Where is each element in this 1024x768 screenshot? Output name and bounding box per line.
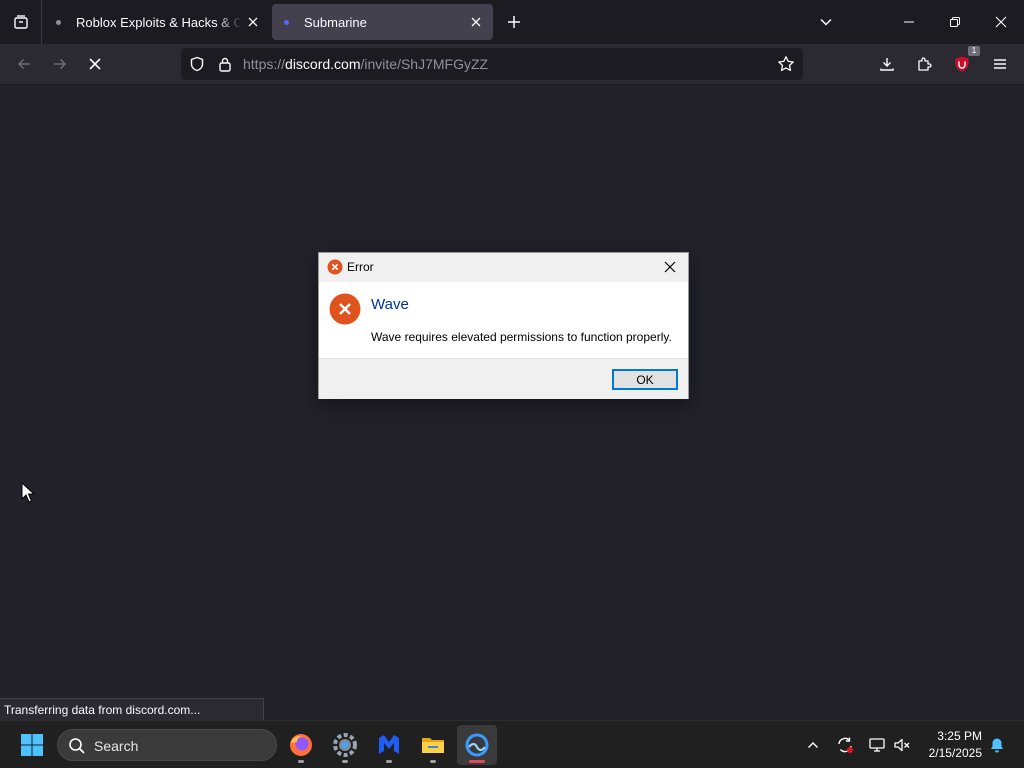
start-button[interactable] bbox=[14, 729, 50, 761]
dialog-title-bar[interactable]: Error bbox=[319, 253, 688, 282]
malwarebytes-icon bbox=[379, 735, 399, 754]
close-icon bbox=[995, 16, 1007, 28]
taskbar-app-malwarebytes[interactable] bbox=[369, 725, 409, 765]
dialog-button-bar: OK bbox=[319, 358, 688, 399]
tab-close-button[interactable] bbox=[465, 11, 487, 33]
ok-button[interactable]: OK bbox=[612, 369, 678, 390]
minimize-icon bbox=[904, 21, 914, 23]
tab-close-button[interactable] bbox=[242, 11, 264, 33]
taskbar-clock[interactable]: 3:25 PM 2/15/2025 bbox=[918, 728, 982, 762]
active-app-indicator bbox=[469, 760, 485, 763]
list-all-tabs-icon bbox=[13, 15, 28, 29]
sync-error-icon bbox=[838, 737, 853, 753]
clock-date: 2/15/2025 bbox=[928, 746, 982, 760]
show-hidden-icons-button[interactable] bbox=[801, 733, 825, 757]
notification-bell-button[interactable] bbox=[985, 733, 1009, 757]
clock-time: 3:25 PM bbox=[937, 729, 982, 743]
tab-roblox-exploits[interactable]: Roblox Exploits & Hacks & Cheats bbox=[44, 4, 270, 40]
bell-icon bbox=[991, 738, 1003, 753]
dialog-message: Wave requires elevated permissions to fu… bbox=[371, 330, 672, 344]
tab-strip: Roblox Exploits & Hacks & Cheats Submari… bbox=[0, 0, 1024, 44]
navigation-toolbar: https://discord.com/invite/ShJ7MFGyZZ 1 bbox=[0, 44, 1024, 85]
address-bar[interactable]: https://discord.com/invite/ShJ7MFGyZZ bbox=[181, 48, 803, 80]
taskbar-app-file-explorer[interactable] bbox=[413, 725, 453, 765]
ublock-extension-button[interactable]: 1 bbox=[948, 46, 980, 78]
running-indicator bbox=[342, 760, 348, 763]
taskbar: Search 3:25 PM 2/15/2025 bbox=[0, 720, 1024, 768]
taskbar-app-settings[interactable] bbox=[325, 725, 365, 765]
error-icon bbox=[327, 259, 343, 275]
app-menu-button[interactable] bbox=[986, 50, 1014, 78]
tab-title: Roblox Exploits & Hacks & Cheats bbox=[76, 14, 242, 30]
tab-favicon-icon bbox=[56, 19, 61, 25]
extension-badge-count: 1 bbox=[968, 46, 980, 56]
close-icon bbox=[664, 261, 676, 273]
close-icon bbox=[471, 17, 481, 27]
tray-network-status[interactable] bbox=[865, 733, 889, 757]
url-host: discord.com bbox=[285, 56, 361, 72]
running-indicator bbox=[386, 760, 392, 763]
network-disconnected-icon bbox=[869, 738, 885, 752]
wave-app-icon bbox=[465, 733, 489, 757]
page-content-area bbox=[0, 85, 1024, 720]
dialog-heading: Wave bbox=[371, 296, 409, 313]
dialog-close-button[interactable] bbox=[658, 256, 682, 278]
forward-button[interactable] bbox=[46, 50, 74, 78]
running-indicator bbox=[298, 760, 304, 763]
error-icon bbox=[329, 293, 361, 325]
minimize-button[interactable] bbox=[886, 0, 932, 44]
search-icon bbox=[69, 738, 85, 754]
arrow-left-icon bbox=[17, 58, 30, 70]
hamburger-menu-icon bbox=[994, 59, 1006, 69]
chevron-down-icon bbox=[820, 18, 832, 26]
chevron-up-icon bbox=[808, 742, 818, 748]
dialog-body: Wave Wave requires elevated permissions … bbox=[319, 282, 688, 358]
tab-submarine[interactable]: Submarine bbox=[272, 4, 493, 40]
extensions-button[interactable] bbox=[910, 50, 938, 78]
url-text[interactable]: https://discord.com/invite/ShJ7MFGyZZ bbox=[243, 56, 488, 72]
windows-logo-icon bbox=[21, 734, 43, 756]
mouse-pointer-icon bbox=[21, 482, 35, 503]
restore-button[interactable] bbox=[932, 0, 978, 44]
settings-icon bbox=[333, 733, 357, 757]
download-icon bbox=[880, 58, 894, 71]
dialog-title: Error bbox=[347, 260, 374, 274]
lock-icon[interactable] bbox=[215, 54, 235, 74]
plus-icon bbox=[508, 16, 520, 28]
tracking-protection-shield-icon[interactable] bbox=[187, 54, 207, 74]
ublock-origin-icon bbox=[955, 56, 969, 72]
volume-muted-icon bbox=[894, 738, 910, 752]
taskbar-app-firefox[interactable] bbox=[281, 725, 321, 765]
url-path: /invite/ShJ7MFGyZZ bbox=[360, 56, 489, 72]
error-dialog: Error Wave Wave requires elevated permis… bbox=[318, 252, 689, 399]
list-all-tabs-button[interactable] bbox=[0, 0, 42, 44]
puzzle-piece-icon bbox=[918, 57, 932, 71]
search-placeholder: Search bbox=[94, 738, 139, 754]
back-button[interactable] bbox=[10, 50, 38, 78]
firefox-icon bbox=[290, 734, 312, 756]
bookmark-star-icon[interactable] bbox=[776, 54, 796, 74]
close-window-button[interactable] bbox=[978, 0, 1024, 44]
tab-list-dropdown-button[interactable] bbox=[815, 11, 837, 33]
stop-icon bbox=[89, 58, 101, 70]
status-panel: Transferring data from discord.com... bbox=[0, 698, 264, 720]
new-tab-button[interactable] bbox=[503, 11, 525, 33]
tray-volume-status[interactable] bbox=[890, 733, 914, 757]
tray-sync-status[interactable] bbox=[833, 733, 857, 757]
stop-loading-button[interactable] bbox=[81, 50, 109, 78]
tab-favicon-icon bbox=[284, 19, 289, 25]
taskbar-app-wave[interactable] bbox=[457, 725, 497, 765]
close-icon bbox=[248, 17, 258, 27]
tab-title: Submarine bbox=[304, 14, 367, 30]
url-scheme: https:// bbox=[243, 56, 286, 72]
restore-icon bbox=[950, 17, 960, 27]
downloads-button[interactable] bbox=[873, 50, 901, 78]
taskbar-search-box[interactable]: Search bbox=[57, 729, 277, 761]
running-indicator bbox=[430, 760, 436, 763]
file-explorer-icon bbox=[422, 738, 444, 753]
arrow-right-icon bbox=[54, 58, 67, 70]
